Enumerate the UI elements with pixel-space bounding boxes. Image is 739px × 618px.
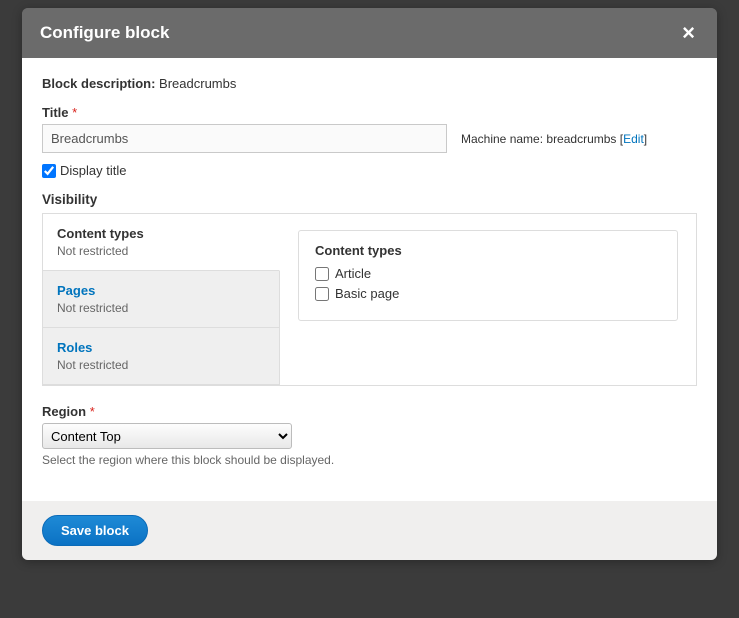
- title-label: Title: [42, 105, 69, 120]
- checkbox-label: Article: [335, 266, 371, 281]
- tab-roles[interactable]: Roles Not restricted: [43, 328, 279, 385]
- configure-block-dialog: Configure block × Block description: Bre…: [22, 8, 717, 560]
- tab-summary: Not restricted: [57, 358, 265, 372]
- save-button[interactable]: Save block: [42, 515, 148, 546]
- tab-title: Pages: [57, 283, 265, 298]
- dialog-title: Configure block: [40, 23, 169, 43]
- dialog-body: Block description: Breadcrumbs Title * M…: [22, 58, 717, 501]
- required-marker: *: [90, 404, 95, 419]
- machine-name-label: Machine name:: [461, 132, 543, 146]
- close-icon[interactable]: ×: [678, 22, 699, 44]
- visibility-heading: Visibility: [42, 192, 697, 207]
- tab-title: Content types: [57, 226, 265, 241]
- machine-name-edit-link[interactable]: Edit: [623, 132, 644, 146]
- dialog-header: Configure block ×: [22, 8, 717, 58]
- visibility-vertical-tabs: Content types Not restricted Pages Not r…: [42, 213, 697, 386]
- checkbox-label: Basic page: [335, 286, 399, 301]
- basic-page-checkbox[interactable]: [315, 287, 329, 301]
- content-types-legend: Content types: [315, 243, 661, 258]
- region-help-text: Select the region where this block shoul…: [42, 453, 697, 467]
- article-checkbox[interactable]: [315, 267, 329, 281]
- tab-content-types[interactable]: Content types Not restricted: [43, 214, 280, 271]
- tab-title: Roles: [57, 340, 265, 355]
- machine-name-value: breadcrumbs: [546, 132, 616, 146]
- tab-summary: Not restricted: [57, 244, 265, 258]
- machine-name: Machine name: breadcrumbs [Edit]: [461, 132, 647, 146]
- block-description-value: Breadcrumbs: [159, 76, 236, 91]
- required-marker: *: [72, 105, 77, 120]
- title-input[interactable]: [42, 124, 447, 153]
- block-description-label: Block description:: [42, 76, 155, 91]
- region-label: Region: [42, 404, 86, 419]
- vertical-tabs-list: Content types Not restricted Pages Not r…: [43, 214, 280, 385]
- tab-summary: Not restricted: [57, 301, 265, 315]
- dialog-footer: Save block: [22, 501, 717, 560]
- tab-pane-content-types: Content types Article Basic page: [280, 214, 696, 385]
- content-type-article[interactable]: Article: [315, 266, 661, 281]
- content-type-basic-page[interactable]: Basic page: [315, 286, 661, 301]
- content-types-fieldset: Content types Article Basic page: [298, 230, 678, 321]
- display-title-label: Display title: [60, 163, 126, 178]
- region-select[interactable]: Content Top: [42, 423, 292, 449]
- display-title-checkbox[interactable]: [42, 164, 56, 178]
- tab-pages[interactable]: Pages Not restricted: [43, 271, 279, 328]
